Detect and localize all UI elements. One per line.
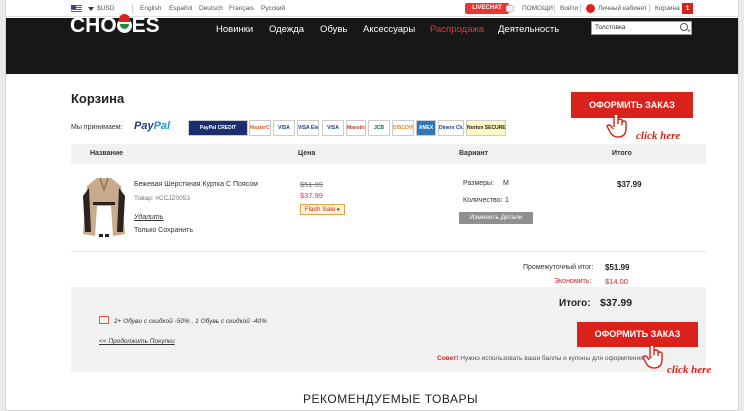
click-here-hint: click here [667,364,712,376]
paypal-credit-logo: PayPal CREDIT [188,120,248,136]
help-link[interactable]: ПОМОЩИ [522,4,553,13]
checkout-button-bottom[interactable]: ОФОРМИТЬ ЗАКАЗ [577,322,698,347]
logo-hat-icon [116,14,132,33]
nav-clothing[interactable]: Одежда [269,24,304,35]
login-link[interactable]: Войти [560,4,578,13]
continue-shopping-link[interactable]: << Продолжить Покупки [99,338,175,345]
pointer-hand-icon [606,113,627,138]
size-label: Размеры: [463,180,495,187]
tip-prefix: Совет! [437,355,459,362]
grand-total-label: Итого: [559,298,591,309]
nav-shoes[interactable]: Обувь [320,24,347,35]
lang-russian[interactable]: Русский [261,4,285,13]
visa-debit-logo: VISA [322,120,344,136]
product-image[interactable] [81,176,127,238]
old-price: $51.99 [300,180,323,189]
paypal-logo: PayPal [134,120,170,132]
lang-spanish[interactable]: Español [169,4,193,13]
divider [132,4,133,13]
paypal-pay-text: Pay [134,120,154,132]
tip-text: Совет! Нужно использовать ваши баллы и к… [437,355,663,362]
visa-logo: VISA [273,120,295,136]
lang-french[interactable]: Français [229,4,254,13]
promo-text: 2+ Обуви с скидкой -50% , 1 Обувь с скид… [114,318,267,325]
diners-club-logo: Diners Club International [438,120,464,136]
visa-electron-logo: VISA Electron [297,120,319,136]
livechat-button[interactable]: LIVECHAT [465,3,509,14]
chat-bubble-icon [506,5,514,12]
currency-selector[interactable]: $USD [97,4,114,13]
nav-sale[interactable]: Распродажа [430,24,484,35]
click-here-hint: click here [636,130,681,142]
savings-label: Экономить: [554,278,592,285]
divider [71,251,706,252]
divider [649,4,650,13]
product-sku: Товар: #CCJZ0053 [134,195,190,202]
nav-accessories[interactable]: Аксессуары [363,24,415,35]
jcb-logo: JCB [368,120,390,136]
size-value: M [503,180,509,187]
col-total: Итого [612,150,632,157]
cart-link[interactable]: Корзина [655,4,680,13]
lang-german[interactable]: Deutsch [199,4,223,13]
cart-count-badge[interactable]: 1 [682,3,693,14]
table-header [71,144,706,164]
grand-total-value: $37.99 [600,297,633,309]
row-total: $37.99 [617,180,642,189]
checkout-button-top[interactable]: ОФОРМИТЬ ЗАКАЗ [571,92,693,118]
subtotal-label: Промежуточный итог: [523,264,594,271]
subtotal-value: $51.99 [605,263,630,272]
col-variant: Вариант [459,150,489,157]
divider [580,4,581,13]
qty-value: 1 [505,197,509,204]
remove-link[interactable]: Удалить [134,214,163,221]
lang-english[interactable]: English [140,4,161,13]
account-link[interactable]: Личный кабинет [598,4,647,13]
us-flag-icon[interactable] [71,5,82,12]
save-for-later-link[interactable]: Только Сохранить [134,227,193,234]
logo[interactable]: CHO ES [70,14,160,38]
maestro-logo: Maestro [346,120,366,136]
flash-sale-badge[interactable]: Flash Sale ▸ [300,204,345,215]
discover-logo: DISCOVER [392,120,414,136]
divider [554,4,555,13]
search-input[interactable]: Толстовка [591,21,692,35]
chevron-down-icon[interactable] [88,7,94,11]
norton-secured-badge: Norton SECURED [466,120,506,136]
page: $USD English Español Deutsch Français Ру… [5,0,739,411]
product-name[interactable]: Бежевая Шерстяная Куртка С Поясом [134,181,258,188]
col-price: Цена [298,150,316,157]
tip-body: Нужно использовать ваши баллы и купоны д… [460,355,664,362]
savings-value: $14.00 [605,277,628,286]
pointer-hand-icon [642,344,663,369]
recommended-title: РЕКОМЕНДУЕМЫЕ ТОВАРЫ [303,392,479,406]
search-value: Толстовка [595,24,626,31]
nav-new[interactable]: Новинки [216,24,253,35]
paypal-pal-text: Pal [153,120,171,132]
col-name: Название [90,150,124,157]
nav-activity[interactable]: Деятельность [498,24,559,35]
qty-label: Количество: [463,197,503,204]
mastercard-logo: MasterCard [249,120,271,136]
accept-label: Мы принимаем: [71,124,123,131]
sale-price: $37.99 [300,191,323,200]
amex-logo: AMEX [416,120,436,136]
heart-icon[interactable] [586,4,595,13]
page-title: Корзина [71,91,125,106]
gift-icon [99,316,109,324]
edit-details-button[interactable]: Изменить Детали [459,212,533,224]
search-icon[interactable] [680,23,688,31]
